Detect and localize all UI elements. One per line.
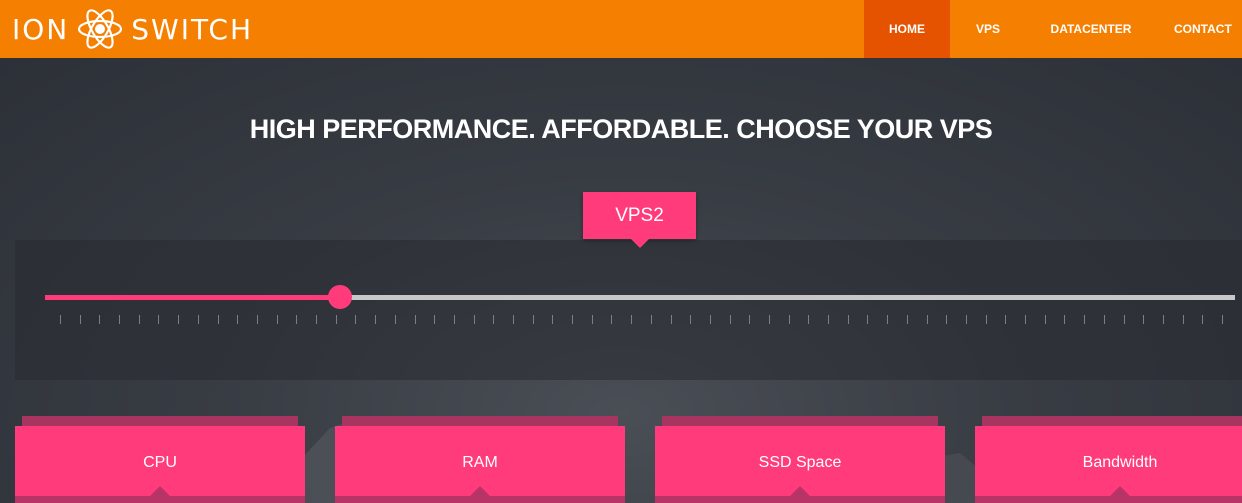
slider-tick (966, 315, 967, 324)
card-arrow (790, 486, 810, 496)
page-headline: HIGH PERFORMANCE. AFFORDABLE. CHOOSE YOU… (249, 114, 993, 144)
slider-tick (946, 315, 947, 324)
slider-tick (789, 315, 790, 324)
slider-tick (158, 315, 159, 324)
slider-tick (533, 315, 534, 324)
card-bottom (975, 496, 1242, 503)
slider-tick (749, 315, 750, 324)
slider-tick (1222, 315, 1223, 324)
card-bottom (335, 496, 625, 503)
nav-datacenter[interactable]: DATACENTER (1026, 0, 1156, 58)
tooltip-arrow (631, 239, 649, 248)
card-label: Bandwidth (1082, 454, 1158, 471)
slider-tick (1025, 315, 1026, 324)
slider-tick (631, 315, 632, 324)
slider-tick (1084, 315, 1085, 324)
slider-tick (1104, 315, 1105, 324)
slider-track-fill (45, 295, 340, 300)
slider-tick (119, 315, 120, 324)
nav-vps[interactable]: VPS (950, 0, 1026, 58)
slider-tick (395, 315, 396, 324)
slider-tick (178, 315, 179, 324)
card-arrow (470, 486, 490, 496)
slider-tick (867, 315, 868, 324)
card-arrow (150, 486, 170, 496)
slider-tick (1045, 315, 1046, 324)
slider-tick (1143, 315, 1144, 324)
slider-value-tooltip: VPS2 (583, 192, 696, 239)
slider-handle[interactable] (328, 285, 352, 309)
slider-tick (710, 315, 711, 324)
slider-tick (592, 315, 593, 324)
card-label: SSD Space (758, 454, 842, 471)
slider-tick (651, 315, 652, 324)
main-nav: HOME VPS DATACENTER CONTACT (864, 0, 1242, 58)
card-bottom (15, 496, 305, 503)
slider-tick (730, 315, 731, 324)
slider-tick (336, 315, 337, 324)
slider-tick (257, 315, 258, 324)
slider-ticks (60, 315, 1223, 327)
site-logo[interactable]: ION SWITCH (12, 0, 253, 58)
card-label: CPU (143, 454, 177, 471)
slider-tick (1202, 315, 1203, 324)
slider-tick (1064, 315, 1065, 324)
site-header: ION SWITCH HOME VPS DATACENTER CONTACT (0, 0, 1242, 58)
logo-text-right: SWITCH (131, 12, 254, 46)
slider-tick (277, 315, 278, 324)
slider-tick (808, 315, 809, 324)
slider-tick (887, 315, 888, 324)
slider-tick (769, 315, 770, 324)
card-ram: RAM (335, 426, 625, 503)
slider-tick (198, 315, 199, 324)
slider-tick (513, 315, 514, 324)
slider-tick (611, 315, 612, 324)
slider-tick (375, 315, 376, 324)
card-cpu: CPU (15, 426, 305, 503)
card-arrow (1110, 486, 1130, 496)
slider-tick (316, 315, 317, 324)
slider-tick (434, 315, 435, 324)
slider-tick (927, 315, 928, 324)
slider-tick (218, 315, 219, 324)
nav-contact[interactable]: CONTACT (1156, 0, 1242, 58)
slider-tick (474, 315, 475, 324)
slider-tick (296, 315, 297, 324)
nav-home[interactable]: HOME (864, 0, 950, 58)
slider-tick (986, 315, 987, 324)
slider-tick (552, 315, 553, 324)
slider-tick (907, 315, 908, 324)
slider-tick (80, 315, 81, 324)
slider-tick (671, 315, 672, 324)
slider-tick (828, 315, 829, 324)
slider-tick (1163, 315, 1164, 324)
slider-tick (572, 315, 573, 324)
slider-tick (99, 315, 100, 324)
slider-tick (848, 315, 849, 324)
slider-tick (454, 315, 455, 324)
slider-tick (139, 315, 140, 324)
slider-tick (60, 315, 61, 324)
card-label: RAM (462, 454, 498, 471)
card-ssd-space: SSD Space (655, 426, 945, 503)
slider-panel (15, 240, 1242, 380)
slider-tick (493, 315, 494, 324)
atom-icon (78, 9, 123, 49)
card-bottom (655, 496, 945, 503)
slider-tick (355, 315, 356, 324)
slider-tick (415, 315, 416, 324)
card-bandwidth: Bandwidth (975, 426, 1242, 503)
logo-text-left: ION (12, 12, 70, 46)
slider-tick (690, 315, 691, 324)
slider-tick (1124, 315, 1125, 324)
slider-tick (237, 315, 238, 324)
slider-tick (1005, 315, 1006, 324)
slider-tick (1183, 315, 1184, 324)
